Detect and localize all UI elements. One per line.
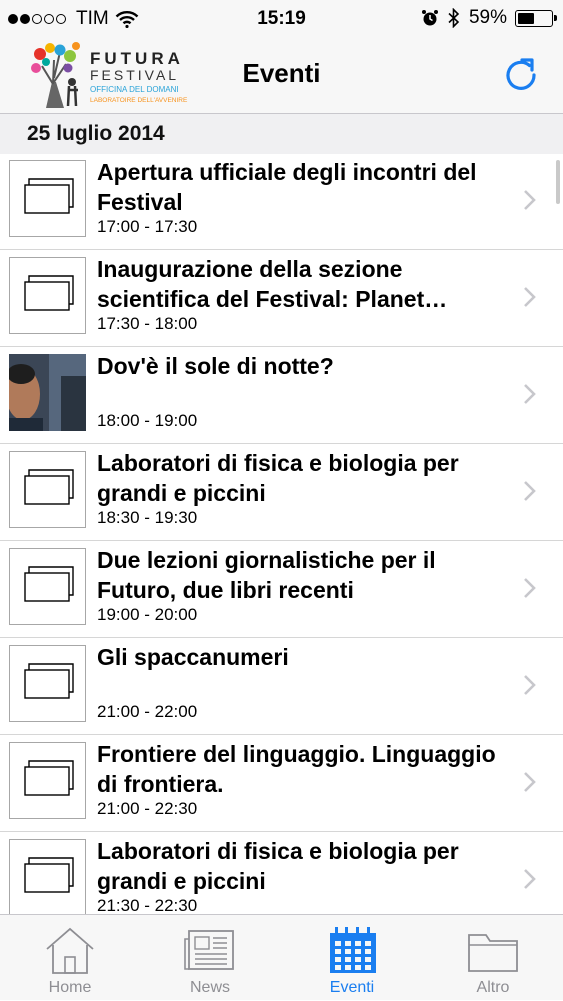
tab-label: Eventi — [329, 979, 375, 996]
event-placeholder-icon — [9, 645, 86, 722]
event-row[interactable]: Dov'è il sole di notte? 18:00 - 19:00 — [0, 348, 563, 444]
section-header-date: 25 luglio 2014 — [0, 114, 563, 154]
event-time: 19:00 - 20:00 — [97, 605, 198, 624]
navigation-bar: FUTURA FESTIVAL OFFICINA DEL DOMANI LABO… — [0, 38, 563, 114]
event-placeholder-icon — [9, 548, 86, 625]
event-row[interactable]: Apertura ufficiale degli incontri del Fe… — [0, 154, 563, 250]
event-row[interactable]: Inaugurazione della sezione scientifica … — [0, 251, 563, 347]
events-list[interactable]: Apertura ufficiale degli incontri del Fe… — [0, 154, 563, 914]
event-row[interactable]: Laboratori di fisica e biologia per gran… — [0, 833, 563, 914]
logo-line4: LABORATOIRE DELL'AVVENIRE — [90, 97, 188, 104]
event-row[interactable]: Due lezioni giornalistiche per il Futuro… — [0, 542, 563, 638]
event-title: Laboratori di fisica e biologia per gran… — [97, 450, 459, 506]
tab-eventi[interactable]: Eventi — [302, 915, 402, 1001]
event-time: 21:00 - 22:30 — [97, 799, 198, 818]
tab-news[interactable]: News — [160, 915, 260, 1001]
tab-label: Altro — [476, 979, 510, 996]
event-time: 18:00 - 19:00 — [97, 411, 198, 430]
event-title: Dov'è il sole di notte? — [97, 353, 334, 379]
event-placeholder-icon — [9, 451, 86, 528]
chevron-right-icon — [524, 481, 536, 501]
event-placeholder-icon — [9, 742, 86, 819]
chevron-right-icon — [524, 190, 536, 210]
event-row[interactable]: Gli spaccanumeri 21:00 - 22:00 — [0, 639, 563, 735]
event-placeholder-icon — [9, 160, 86, 237]
event-photo — [9, 354, 86, 431]
scroll-indicator — [556, 160, 560, 204]
tab-bar: Home News Eventi Altro — [0, 914, 563, 1000]
event-title: Gli spaccanumeri — [97, 644, 289, 670]
tab-label: Home — [48, 979, 92, 996]
event-title: Inaugurazione della sezione scientifica … — [97, 256, 448, 312]
chevron-right-icon — [524, 384, 536, 404]
battery-level — [518, 12, 535, 24]
chevron-right-icon — [524, 675, 536, 695]
battery-percentage: 59% — [468, 7, 507, 28]
page-title: Eventi — [242, 58, 321, 88]
alarm-icon — [421, 10, 438, 26]
battery-icon — [515, 9, 557, 27]
event-row[interactable]: Laboratori di fisica e biologia per gran… — [0, 445, 563, 541]
event-time: 21:30 - 22:30 — [97, 896, 198, 914]
chevron-right-icon — [524, 578, 536, 598]
event-placeholder-icon — [9, 839, 86, 914]
event-title: Apertura ufficiale degli incontri del Fe… — [97, 159, 477, 215]
event-time: 21:00 - 22:00 — [97, 702, 198, 721]
refresh-icon[interactable] — [501, 54, 541, 94]
event-title: Laboratori di fisica e biologia per gran… — [97, 838, 459, 894]
event-placeholder-icon — [9, 257, 86, 334]
tab-home[interactable]: Home — [20, 915, 120, 1001]
event-title: Frontiere del linguaggio. Linguaggio di … — [97, 741, 496, 797]
status-right: 59% — [421, 7, 557, 29]
tab-altro[interactable]: Altro — [443, 915, 543, 1001]
chevron-right-icon — [524, 869, 536, 889]
chevron-right-icon — [524, 287, 536, 307]
tab-label: News — [189, 979, 230, 996]
status-bar: TIM 15:19 59% — [0, 0, 563, 38]
chevron-right-icon — [524, 772, 536, 792]
event-title: Due lezioni giornalistiche per il Futuro… — [97, 547, 436, 603]
event-time: 18:30 - 19:30 — [97, 508, 198, 527]
event-row[interactable]: Frontiere del linguaggio. Linguaggio di … — [0, 736, 563, 832]
bluetooth-icon — [448, 8, 460, 28]
event-time: 17:00 - 17:30 — [97, 217, 198, 236]
event-time: 17:30 - 18:00 — [97, 314, 198, 333]
